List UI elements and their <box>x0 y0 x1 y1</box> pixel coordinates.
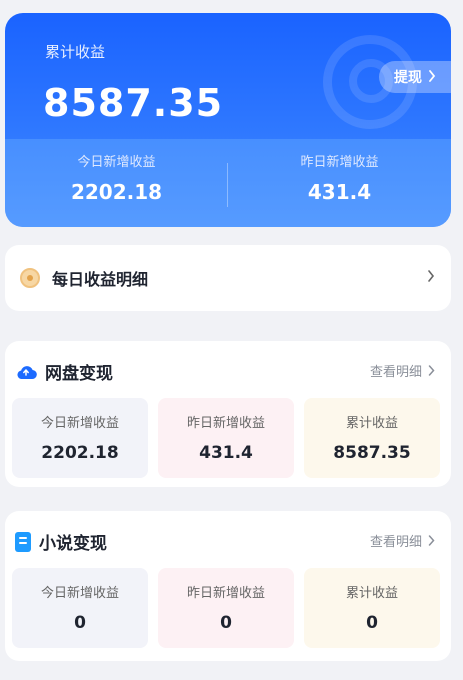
book-icon <box>15 531 31 552</box>
stat-label: 累计收益 <box>345 416 398 431</box>
stat-label: 今日新增收益 <box>40 416 119 431</box>
daily-detail-title: 每日收益明细 <box>52 270 149 289</box>
stat-label: 累计收益 <box>345 586 398 601</box>
section-header: 网盘变现 <box>15 359 113 384</box>
today-earnings-value: 2202.18 <box>70 180 163 204</box>
stat-tile-today: 今日新增收益 2202.18 <box>12 398 148 478</box>
stat-value: 2202.18 <box>41 443 119 463</box>
chevron-right-icon <box>428 365 435 376</box>
section-header: 小说变现 <box>15 529 107 554</box>
stat-value: 8587.35 <box>333 443 411 463</box>
chevron-right-icon <box>427 267 435 286</box>
view-details-link[interactable]: 查看明细 <box>370 361 435 380</box>
today-earnings-label: 今日新增收益 <box>77 155 156 170</box>
chevron-right-icon <box>428 69 436 85</box>
yesterday-earnings-value: 431.4 <box>307 180 372 204</box>
stat-tile-today: 今日新增收益 0 <box>12 568 148 648</box>
yesterday-earnings: 昨日新增收益 431.4 <box>228 151 451 204</box>
section-title: 小说变现 <box>39 534 107 554</box>
total-earnings-label: 累计收益 <box>45 43 106 61</box>
cloud-icon <box>15 364 37 380</box>
cloud-monetization-card: 网盘变现 查看明细 今日新增收益 2202.18 昨日新增收益 431.4 累计… <box>5 341 451 487</box>
today-earnings: 今日新增收益 2202.18 <box>5 151 228 204</box>
stat-value: 431.4 <box>199 443 253 463</box>
coin-icon <box>20 268 40 288</box>
withdraw-label: 提现 <box>394 69 422 85</box>
stat-value: 0 <box>366 613 378 633</box>
stat-tile-total: 累计收益 0 <box>304 568 440 648</box>
view-details-link[interactable]: 查看明细 <box>370 531 435 550</box>
earnings-summary-card: 累计收益 8587.35 提现 今日新增收益 2202.18 昨日新增收益 43… <box>5 13 451 227</box>
daily-earnings-detail-row[interactable]: 每日收益明细 <box>5 245 451 311</box>
view-details-label: 查看明细 <box>369 365 422 380</box>
withdraw-button[interactable]: 提现 <box>379 61 451 93</box>
stat-value: 0 <box>220 613 232 633</box>
stat-tile-yesterday: 昨日新增收益 431.4 <box>158 398 294 478</box>
total-earnings-value: 8587.35 <box>43 81 224 125</box>
view-details-label: 查看明细 <box>369 535 422 550</box>
section-title: 网盘变现 <box>45 364 113 384</box>
stat-label: 今日新增收益 <box>40 586 119 601</box>
stat-tile-total: 累计收益 8587.35 <box>304 398 440 478</box>
yesterday-earnings-label: 昨日新增收益 <box>300 155 379 170</box>
stats-tiles: 今日新增收益 0 昨日新增收益 0 累计收益 0 <box>12 568 440 648</box>
novel-monetization-card: 小说变现 查看明细 今日新增收益 0 昨日新增收益 0 累计收益 0 <box>5 511 451 661</box>
chevron-right-icon <box>428 535 435 546</box>
stat-value: 0 <box>74 613 86 633</box>
stats-tiles: 今日新增收益 2202.18 昨日新增收益 431.4 累计收益 8587.35 <box>12 398 440 478</box>
stat-label: 昨日新增收益 <box>186 586 265 601</box>
stat-tile-yesterday: 昨日新增收益 0 <box>158 568 294 648</box>
stat-label: 昨日新增收益 <box>186 416 265 431</box>
